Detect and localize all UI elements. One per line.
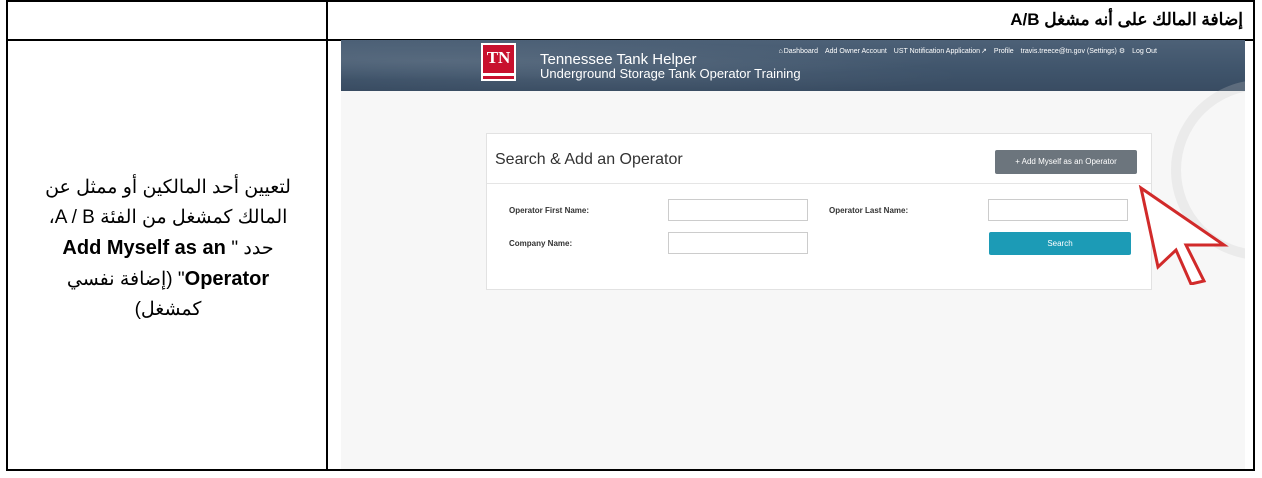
instruction-line: المالك كمشغل من الفئة A / B، bbox=[48, 207, 288, 228]
nav-user[interactable]: travis.treece@tn.gov (Settings) bbox=[1021, 48, 1117, 55]
instruction-prefix: حدد " bbox=[231, 238, 274, 259]
company-label: Company Name: bbox=[509, 239, 573, 248]
instruction-bold: Operator bbox=[184, 268, 270, 290]
pointer-arrow-icon bbox=[1138, 185, 1229, 285]
instruction-line: لتعيين أحد المالكين أو ممثل عن bbox=[45, 177, 291, 198]
company-input[interactable] bbox=[668, 232, 808, 254]
search-card: Search & Add an Operator + Add Myself as… bbox=[486, 133, 1152, 290]
top-nav: ⌂Dashboard Add Owner Account UST Notific… bbox=[774, 47, 1158, 55]
nav-ust[interactable]: UST Notification Application bbox=[894, 48, 980, 55]
instruction-suffix: " (إضافة نفسي bbox=[66, 269, 185, 290]
gear-icon: ⚙ bbox=[1118, 48, 1126, 55]
instruction-bold: Add Myself as an bbox=[62, 237, 232, 259]
nav-logout[interactable]: Log Out bbox=[1132, 48, 1157, 55]
instruction-line: حدد " Add Myself as an bbox=[22, 233, 314, 264]
nav-dashboard[interactable]: Dashboard bbox=[784, 48, 818, 55]
embedded-screenshot: TN Tennessee Tank Helper Underground Sto… bbox=[341, 40, 1245, 469]
site-title: Tennessee Tank Helper bbox=[540, 51, 697, 68]
instruction-line: Operator" (إضافة نفسي bbox=[22, 264, 314, 295]
page-title: إضافة المالك على أنه مشغل A/B bbox=[1010, 10, 1243, 29]
external-link-icon: ↗ bbox=[981, 48, 987, 55]
card-title: Search & Add an Operator bbox=[495, 151, 683, 168]
first-name-label: Operator First Name: bbox=[509, 206, 590, 215]
nav-add-owner[interactable]: Add Owner Account bbox=[825, 48, 887, 55]
add-myself-button[interactable]: + Add Myself as an Operator bbox=[995, 150, 1137, 174]
header-empty-cell bbox=[8, 2, 328, 39]
instruction-text: لتعيين أحد المالكين أو ممثل عن المالك كم… bbox=[22, 173, 314, 325]
site-subtitle: Underground Storage Tank Operator Traini… bbox=[540, 66, 801, 81]
site-banner: TN Tennessee Tank Helper Underground Sto… bbox=[341, 40, 1245, 91]
search-button[interactable]: Search bbox=[989, 232, 1131, 255]
last-name-label: Operator Last Name: bbox=[829, 206, 909, 215]
nav-profile[interactable]: Profile bbox=[994, 48, 1014, 55]
last-name-input[interactable] bbox=[988, 199, 1128, 221]
column-divider bbox=[326, 41, 328, 471]
tn-logo: TN bbox=[481, 43, 516, 81]
card-divider bbox=[487, 183, 1151, 184]
home-icon: ⌂ bbox=[778, 48, 783, 55]
header-row: إضافة المالك على أنه مشغل A/B bbox=[8, 2, 1253, 41]
first-name-input[interactable] bbox=[668, 199, 808, 221]
instruction-line: كمشغل) bbox=[134, 299, 202, 320]
